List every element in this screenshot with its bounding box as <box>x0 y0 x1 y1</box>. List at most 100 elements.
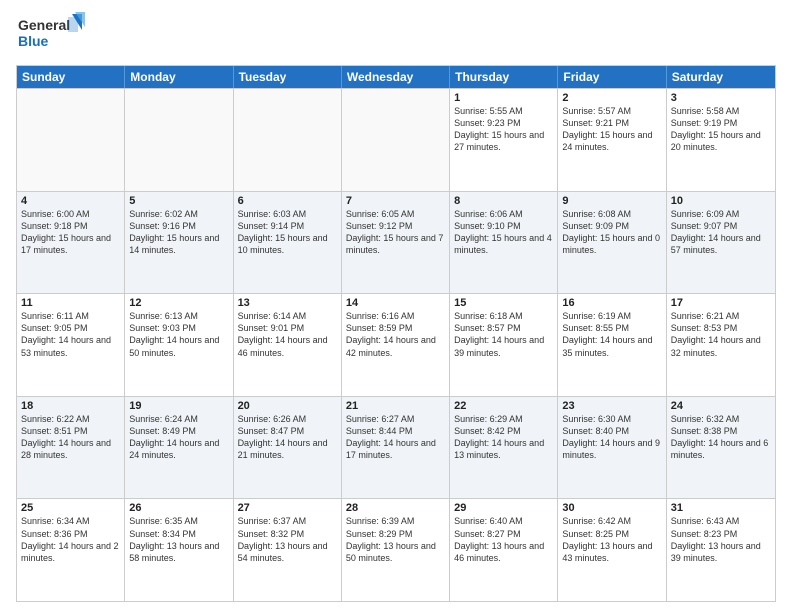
day-cell-12: 12Sunrise: 6:13 AM Sunset: 9:03 PM Dayli… <box>125 294 233 396</box>
day-cell-22: 22Sunrise: 6:29 AM Sunset: 8:42 PM Dayli… <box>450 397 558 499</box>
day-cell-13: 13Sunrise: 6:14 AM Sunset: 9:01 PM Dayli… <box>234 294 342 396</box>
logo-svg: General Blue <box>16 12 86 57</box>
day-cell-31: 31Sunrise: 6:43 AM Sunset: 8:23 PM Dayli… <box>667 499 775 601</box>
day-info: Sunrise: 6:08 AM Sunset: 9:09 PM Dayligh… <box>562 208 661 257</box>
day-cell-2: 2Sunrise: 5:57 AM Sunset: 9:21 PM Daylig… <box>558 89 666 191</box>
day-number: 13 <box>238 297 337 309</box>
header: General Blue <box>16 12 776 57</box>
day-number: 14 <box>346 297 445 309</box>
svg-text:Blue: Blue <box>18 33 49 49</box>
day-cell-14: 14Sunrise: 6:16 AM Sunset: 8:59 PM Dayli… <box>342 294 450 396</box>
day-number: 29 <box>454 502 553 514</box>
day-number: 22 <box>454 400 553 412</box>
day-cell-19: 19Sunrise: 6:24 AM Sunset: 8:49 PM Dayli… <box>125 397 233 499</box>
calendar-row-1: 4Sunrise: 6:00 AM Sunset: 9:18 PM Daylig… <box>17 191 775 294</box>
day-number: 11 <box>21 297 120 309</box>
day-info: Sunrise: 6:21 AM Sunset: 8:53 PM Dayligh… <box>671 310 771 359</box>
day-number: 20 <box>238 400 337 412</box>
header-day-sunday: Sunday <box>17 66 125 88</box>
day-info: Sunrise: 6:26 AM Sunset: 8:47 PM Dayligh… <box>238 413 337 462</box>
day-number: 6 <box>238 195 337 207</box>
day-number: 10 <box>671 195 771 207</box>
day-cell-29: 29Sunrise: 6:40 AM Sunset: 8:27 PM Dayli… <box>450 499 558 601</box>
day-number: 23 <box>562 400 661 412</box>
day-number: 12 <box>129 297 228 309</box>
day-number: 5 <box>129 195 228 207</box>
calendar-header-row: SundayMondayTuesdayWednesdayThursdayFrid… <box>17 66 775 88</box>
day-info: Sunrise: 6:43 AM Sunset: 8:23 PM Dayligh… <box>671 515 771 564</box>
header-day-tuesday: Tuesday <box>234 66 342 88</box>
day-info: Sunrise: 6:24 AM Sunset: 8:49 PM Dayligh… <box>129 413 228 462</box>
day-info: Sunrise: 6:34 AM Sunset: 8:36 PM Dayligh… <box>21 515 120 564</box>
day-info: Sunrise: 6:22 AM Sunset: 8:51 PM Dayligh… <box>21 413 120 462</box>
day-number: 9 <box>562 195 661 207</box>
day-cell-25: 25Sunrise: 6:34 AM Sunset: 8:36 PM Dayli… <box>17 499 125 601</box>
header-day-thursday: Thursday <box>450 66 558 88</box>
day-info: Sunrise: 6:37 AM Sunset: 8:32 PM Dayligh… <box>238 515 337 564</box>
day-number: 16 <box>562 297 661 309</box>
day-number: 26 <box>129 502 228 514</box>
day-info: Sunrise: 6:09 AM Sunset: 9:07 PM Dayligh… <box>671 208 771 257</box>
day-info: Sunrise: 6:42 AM Sunset: 8:25 PM Dayligh… <box>562 515 661 564</box>
day-info: Sunrise: 6:06 AM Sunset: 9:10 PM Dayligh… <box>454 208 553 257</box>
logo: General Blue <box>16 12 86 57</box>
day-cell-24: 24Sunrise: 6:32 AM Sunset: 8:38 PM Dayli… <box>667 397 775 499</box>
day-number: 8 <box>454 195 553 207</box>
day-cell-4: 4Sunrise: 6:00 AM Sunset: 9:18 PM Daylig… <box>17 192 125 294</box>
day-info: Sunrise: 5:57 AM Sunset: 9:21 PM Dayligh… <box>562 105 661 154</box>
empty-cell <box>17 89 125 191</box>
day-info: Sunrise: 6:29 AM Sunset: 8:42 PM Dayligh… <box>454 413 553 462</box>
day-info: Sunrise: 5:58 AM Sunset: 9:19 PM Dayligh… <box>671 105 771 154</box>
empty-cell <box>342 89 450 191</box>
calendar-row-0: 1Sunrise: 5:55 AM Sunset: 9:23 PM Daylig… <box>17 88 775 191</box>
day-number: 1 <box>454 92 553 104</box>
day-info: Sunrise: 6:16 AM Sunset: 8:59 PM Dayligh… <box>346 310 445 359</box>
calendar: SundayMondayTuesdayWednesdayThursdayFrid… <box>16 65 776 602</box>
day-cell-21: 21Sunrise: 6:27 AM Sunset: 8:44 PM Dayli… <box>342 397 450 499</box>
day-info: Sunrise: 6:19 AM Sunset: 8:55 PM Dayligh… <box>562 310 661 359</box>
day-cell-10: 10Sunrise: 6:09 AM Sunset: 9:07 PM Dayli… <box>667 192 775 294</box>
day-info: Sunrise: 5:55 AM Sunset: 9:23 PM Dayligh… <box>454 105 553 154</box>
day-cell-6: 6Sunrise: 6:03 AM Sunset: 9:14 PM Daylig… <box>234 192 342 294</box>
day-cell-1: 1Sunrise: 5:55 AM Sunset: 9:23 PM Daylig… <box>450 89 558 191</box>
day-number: 24 <box>671 400 771 412</box>
calendar-body: 1Sunrise: 5:55 AM Sunset: 9:23 PM Daylig… <box>17 88 775 601</box>
day-info: Sunrise: 6:39 AM Sunset: 8:29 PM Dayligh… <box>346 515 445 564</box>
day-number: 3 <box>671 92 771 104</box>
day-cell-15: 15Sunrise: 6:18 AM Sunset: 8:57 PM Dayli… <box>450 294 558 396</box>
day-number: 19 <box>129 400 228 412</box>
day-cell-16: 16Sunrise: 6:19 AM Sunset: 8:55 PM Dayli… <box>558 294 666 396</box>
day-info: Sunrise: 6:05 AM Sunset: 9:12 PM Dayligh… <box>346 208 445 257</box>
day-number: 28 <box>346 502 445 514</box>
day-cell-30: 30Sunrise: 6:42 AM Sunset: 8:25 PM Dayli… <box>558 499 666 601</box>
day-info: Sunrise: 6:40 AM Sunset: 8:27 PM Dayligh… <box>454 515 553 564</box>
day-cell-28: 28Sunrise: 6:39 AM Sunset: 8:29 PM Dayli… <box>342 499 450 601</box>
day-cell-7: 7Sunrise: 6:05 AM Sunset: 9:12 PM Daylig… <box>342 192 450 294</box>
day-info: Sunrise: 6:14 AM Sunset: 9:01 PM Dayligh… <box>238 310 337 359</box>
day-info: Sunrise: 6:02 AM Sunset: 9:16 PM Dayligh… <box>129 208 228 257</box>
day-info: Sunrise: 6:18 AM Sunset: 8:57 PM Dayligh… <box>454 310 553 359</box>
day-number: 15 <box>454 297 553 309</box>
svg-text:General: General <box>18 17 70 33</box>
header-day-wednesday: Wednesday <box>342 66 450 88</box>
empty-cell <box>234 89 342 191</box>
day-number: 27 <box>238 502 337 514</box>
day-cell-23: 23Sunrise: 6:30 AM Sunset: 8:40 PM Dayli… <box>558 397 666 499</box>
header-day-friday: Friday <box>558 66 666 88</box>
day-cell-26: 26Sunrise: 6:35 AM Sunset: 8:34 PM Dayli… <box>125 499 233 601</box>
day-info: Sunrise: 6:13 AM Sunset: 9:03 PM Dayligh… <box>129 310 228 359</box>
day-number: 25 <box>21 502 120 514</box>
day-cell-5: 5Sunrise: 6:02 AM Sunset: 9:16 PM Daylig… <box>125 192 233 294</box>
day-cell-11: 11Sunrise: 6:11 AM Sunset: 9:05 PM Dayli… <box>17 294 125 396</box>
day-info: Sunrise: 6:32 AM Sunset: 8:38 PM Dayligh… <box>671 413 771 462</box>
calendar-row-2: 11Sunrise: 6:11 AM Sunset: 9:05 PM Dayli… <box>17 293 775 396</box>
day-cell-27: 27Sunrise: 6:37 AM Sunset: 8:32 PM Dayli… <box>234 499 342 601</box>
day-info: Sunrise: 6:00 AM Sunset: 9:18 PM Dayligh… <box>21 208 120 257</box>
day-number: 4 <box>21 195 120 207</box>
empty-cell <box>125 89 233 191</box>
day-info: Sunrise: 6:11 AM Sunset: 9:05 PM Dayligh… <box>21 310 120 359</box>
day-cell-17: 17Sunrise: 6:21 AM Sunset: 8:53 PM Dayli… <box>667 294 775 396</box>
day-number: 30 <box>562 502 661 514</box>
day-info: Sunrise: 6:30 AM Sunset: 8:40 PM Dayligh… <box>562 413 661 462</box>
day-cell-3: 3Sunrise: 5:58 AM Sunset: 9:19 PM Daylig… <box>667 89 775 191</box>
